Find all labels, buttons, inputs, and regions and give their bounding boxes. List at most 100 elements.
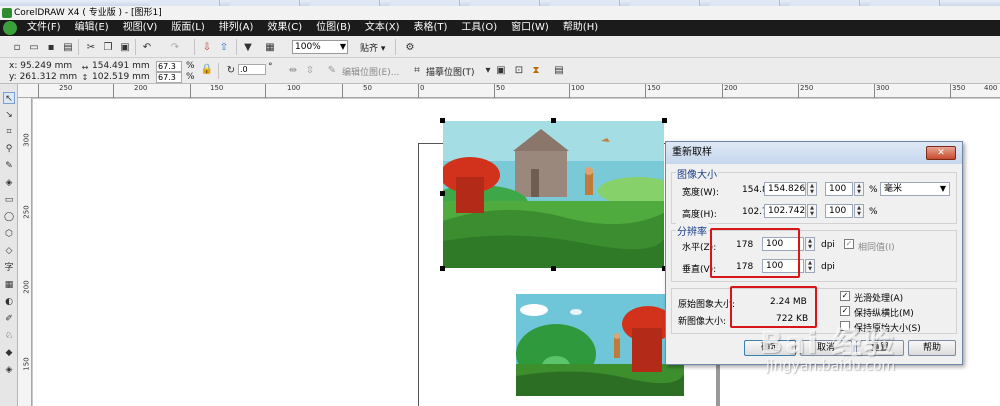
options-icon[interactable]: ⚙ <box>403 40 417 54</box>
welcome-screen-icon[interactable]: ▦ <box>263 40 277 54</box>
menu-arrange[interactable]: 排列(A) <box>212 20 261 36</box>
vertical-dpi-spinner[interactable]: ▲ ▼ <box>805 259 815 273</box>
height-input[interactable]: 102.742 <box>764 204 806 218</box>
ellipse-tool-icon[interactable]: ◯ <box>3 211 15 223</box>
freehand-tool-icon[interactable]: ✎ <box>3 160 15 172</box>
menu-bitmaps[interactable]: 位图(B) <box>309 20 358 36</box>
horizontal-ruler[interactable]: 250 200 150 100 50 0 50 100 150 200 250 … <box>18 84 1000 98</box>
interactive-blend-tool-icon[interactable]: ◐ <box>3 296 15 308</box>
snap-to-dropdown[interactable]: 贴齐 ▾ <box>360 41 385 54</box>
selection-handle[interactable] <box>662 118 667 123</box>
baidu-watermark-url: jingyan.baidu.com <box>766 358 896 374</box>
keep-ratio-checkbox[interactable]: ✓ <box>840 306 850 316</box>
selection-handle[interactable] <box>551 118 556 123</box>
object-width-field[interactable]: 154.491 mm <box>92 61 150 71</box>
width-spinner[interactable]: ▲ ▼ <box>807 182 817 196</box>
unit-select[interactable]: 毫米 ▼ <box>880 182 950 196</box>
bitmap-copy[interactable] <box>516 294 684 396</box>
ruler-tick <box>950 84 951 98</box>
mirror-vertical-icon[interactable]: ⇳ <box>303 63 317 77</box>
pick-tool-icon[interactable]: ↖ <box>3 92 15 104</box>
corel-logo-icon[interactable] <box>3 21 17 35</box>
crop-bitmap-icon[interactable]: ▣ <box>494 63 508 77</box>
trace-bitmap-icon[interactable]: ⌗ <box>410 63 424 77</box>
dropdown-icon[interactable]: ▾ <box>481 63 495 77</box>
scale-width-field[interactable]: 67.3 <box>156 61 182 72</box>
height-spinner[interactable]: ▲ ▼ <box>807 204 817 218</box>
menu-effects[interactable]: 效果(C) <box>260 20 309 36</box>
identical-values-checkbox[interactable]: ✓ <box>844 239 854 249</box>
print-icon[interactable]: ▤ <box>61 40 75 54</box>
edit-bitmap-button[interactable]: 编辑位图(E)... <box>342 65 399 78</box>
new-document-icon[interactable]: ▫ <box>10 40 24 54</box>
height-percent-spinner[interactable]: ▲ ▼ <box>854 204 864 218</box>
ruler-label: 0 <box>420 84 425 92</box>
ruler-label: 150 <box>210 84 224 92</box>
width-percent-spinner[interactable]: ▲ ▼ <box>854 182 864 196</box>
rotation-angle-field[interactable]: .0 <box>238 64 266 75</box>
edit-bitmap-icon[interactable]: ✎ <box>325 63 339 77</box>
interactive-fill-tool-icon[interactable]: ◈ <box>3 364 15 376</box>
shape-tool-icon[interactable]: ↘ <box>3 109 15 121</box>
undo-icon[interactable]: ↶ <box>140 40 154 54</box>
copy-icon[interactable]: ❐ <box>101 40 115 54</box>
menu-edit[interactable]: 编辑(E) <box>68 20 116 36</box>
menu-help[interactable]: 帮助(H) <box>556 20 605 36</box>
smart-fill-tool-icon[interactable]: ◈ <box>3 177 15 189</box>
selection-handle[interactable] <box>440 118 445 123</box>
zoom-level-select[interactable]: 100% ▼ <box>292 40 348 54</box>
width-percent-input[interactable]: 100 <box>825 182 853 196</box>
menu-table[interactable]: 表格(T) <box>407 20 455 36</box>
vertical-ruler[interactable]: 300 250 200 150 <box>18 98 32 406</box>
chevron-down-icon: ▼ <box>939 184 946 193</box>
object-height-field[interactable]: 102.519 mm <box>92 72 150 82</box>
application-launcher-icon[interactable]: ▼ <box>241 40 255 54</box>
close-button[interactable]: ✕ <box>926 146 956 160</box>
selection-handle[interactable] <box>440 266 445 271</box>
bitmap-color-mask-icon[interactable]: ⧗ <box>529 63 543 77</box>
import-icon[interactable]: ⇩ <box>200 40 214 54</box>
scale-height-field[interactable]: 67.3 <box>156 72 182 83</box>
redo-icon[interactable]: ↷ <box>168 40 182 54</box>
fill-tool-icon[interactable]: ◆ <box>3 347 15 359</box>
eyedropper-tool-icon[interactable]: ✐ <box>3 313 15 325</box>
menu-tools[interactable]: 工具(O) <box>454 20 504 36</box>
selected-bitmap[interactable] <box>443 121 664 268</box>
help-button[interactable]: 帮助 <box>908 340 956 356</box>
export-icon[interactable]: ⇧ <box>217 40 231 54</box>
save-icon[interactable]: ▪ <box>44 40 58 54</box>
selection-handle[interactable] <box>440 191 445 196</box>
menu-window[interactable]: 窗口(W) <box>504 20 556 36</box>
rectangle-tool-icon[interactable]: ▭ <box>3 194 15 206</box>
height-percent-input[interactable]: 100 <box>825 204 853 218</box>
trace-bitmap-button[interactable]: 描摹位图(T) <box>426 65 475 78</box>
menu-file[interactable]: 文件(F) <box>20 20 68 36</box>
chevron-down-icon: ▼ <box>339 42 346 51</box>
menu-layout[interactable]: 版面(L) <box>164 20 211 36</box>
position-y-field[interactable]: y: 261.312 mm <box>9 72 77 82</box>
lock-ratio-icon[interactable]: 🔒 <box>200 62 214 76</box>
zoom-tool-icon[interactable]: ⚲ <box>3 143 15 155</box>
outline-tool-icon[interactable]: ♘ <box>3 330 15 342</box>
paste-icon[interactable]: ▣ <box>118 40 132 54</box>
toolbar-separator <box>194 39 195 55</box>
table-tool-icon[interactable]: ▦ <box>3 279 15 291</box>
wrap-text-icon[interactable]: ▤ <box>552 63 566 77</box>
crop-tool-icon[interactable]: ⌗ <box>3 126 15 138</box>
polygon-tool-icon[interactable]: ⬡ <box>3 228 15 240</box>
ruler-tick <box>38 84 39 98</box>
mirror-horizontal-icon[interactable]: ⇹ <box>286 63 300 77</box>
menu-view[interactable]: 视图(V) <box>116 20 165 36</box>
position-x-field[interactable]: x: 95.249 mm <box>9 61 72 71</box>
menu-text[interactable]: 文本(X) <box>358 20 407 36</box>
width-input[interactable]: 154.826 <box>764 182 806 196</box>
basic-shapes-tool-icon[interactable]: ◇ <box>3 245 15 257</box>
text-tool-icon[interactable]: 字 <box>3 262 15 274</box>
horizontal-dpi-spinner[interactable]: ▲ ▼ <box>805 237 815 251</box>
antialias-checkbox[interactable]: ✓ <box>840 291 850 301</box>
cut-icon[interactable]: ✂ <box>84 40 98 54</box>
resample-icon[interactable]: ⊡ <box>512 63 526 77</box>
open-icon[interactable]: ▭ <box>27 40 41 54</box>
ruler-label: 200 <box>134 84 148 92</box>
selection-handle[interactable] <box>551 266 556 271</box>
